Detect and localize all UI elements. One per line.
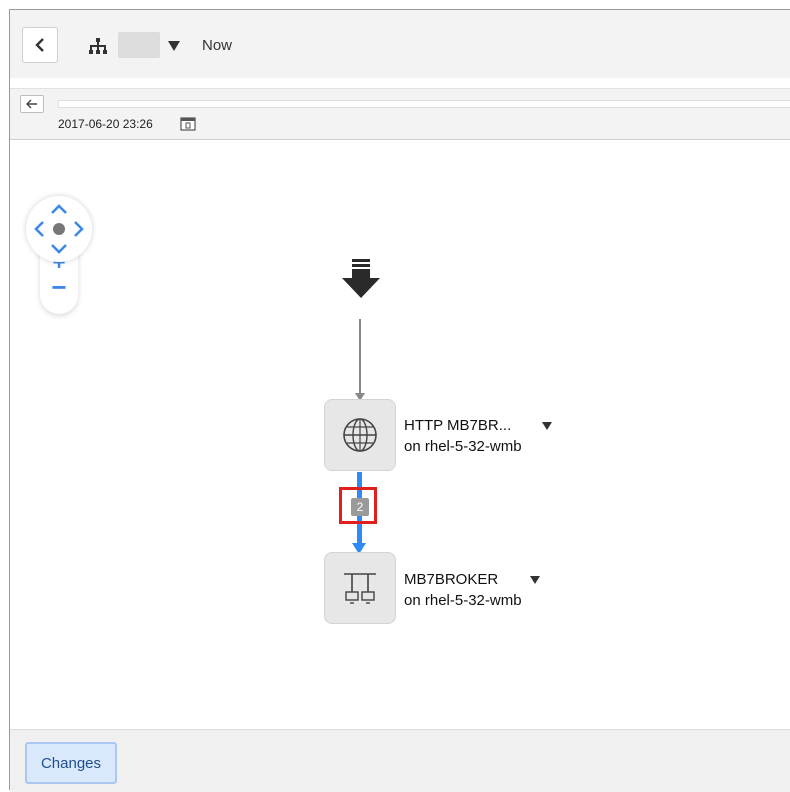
chevron-left-icon xyxy=(35,38,44,52)
top-toolbar: Now xyxy=(10,10,790,78)
http-node-host: on rhel-5-32-wmb xyxy=(404,438,522,455)
http-node-dropdown-icon[interactable] xyxy=(542,422,552,430)
caret-down-icon[interactable] xyxy=(168,41,180,51)
entry-edge xyxy=(359,319,361,397)
navigation-control: + − xyxy=(26,196,92,314)
globe-icon xyxy=(343,418,377,452)
app-window: Now 2017-06-20 23:26 + − HTTP MB7BR... o… xyxy=(9,9,790,792)
broker-node[interactable] xyxy=(324,552,396,624)
timeline-slider[interactable] xyxy=(58,100,790,108)
timestamp-label: 2017-06-20 23:26 xyxy=(58,117,153,131)
zoom-out-button[interactable]: − xyxy=(40,274,78,300)
changes-button[interactable]: Changes xyxy=(25,742,117,784)
hierarchy-icon xyxy=(89,38,107,54)
broker-node-dropdown-icon[interactable] xyxy=(530,576,540,584)
selected-item-name[interactable] xyxy=(118,32,160,58)
broker-icon xyxy=(344,573,376,604)
entry-arrow-icon xyxy=(342,259,380,298)
pan-icon xyxy=(34,204,84,254)
pan-control[interactable] xyxy=(26,196,92,262)
bottom-bar: Changes xyxy=(10,729,790,792)
http-node-title[interactable]: HTTP MB7BR... xyxy=(404,416,511,436)
timeline-back-button[interactable] xyxy=(20,95,44,113)
broker-node-host: on rhel-5-32-wmb xyxy=(404,592,522,609)
timeline-bar: 2017-06-20 23:26 xyxy=(10,88,790,140)
highlight-box xyxy=(339,487,377,524)
calendar-icon[interactable] xyxy=(180,117,196,131)
http-node[interactable] xyxy=(324,399,396,471)
time-mode-label[interactable]: Now xyxy=(202,37,232,54)
back-button[interactable] xyxy=(22,27,58,63)
arrow-left-icon xyxy=(26,99,37,109)
broker-node-title[interactable]: MB7BROKER xyxy=(404,570,498,590)
